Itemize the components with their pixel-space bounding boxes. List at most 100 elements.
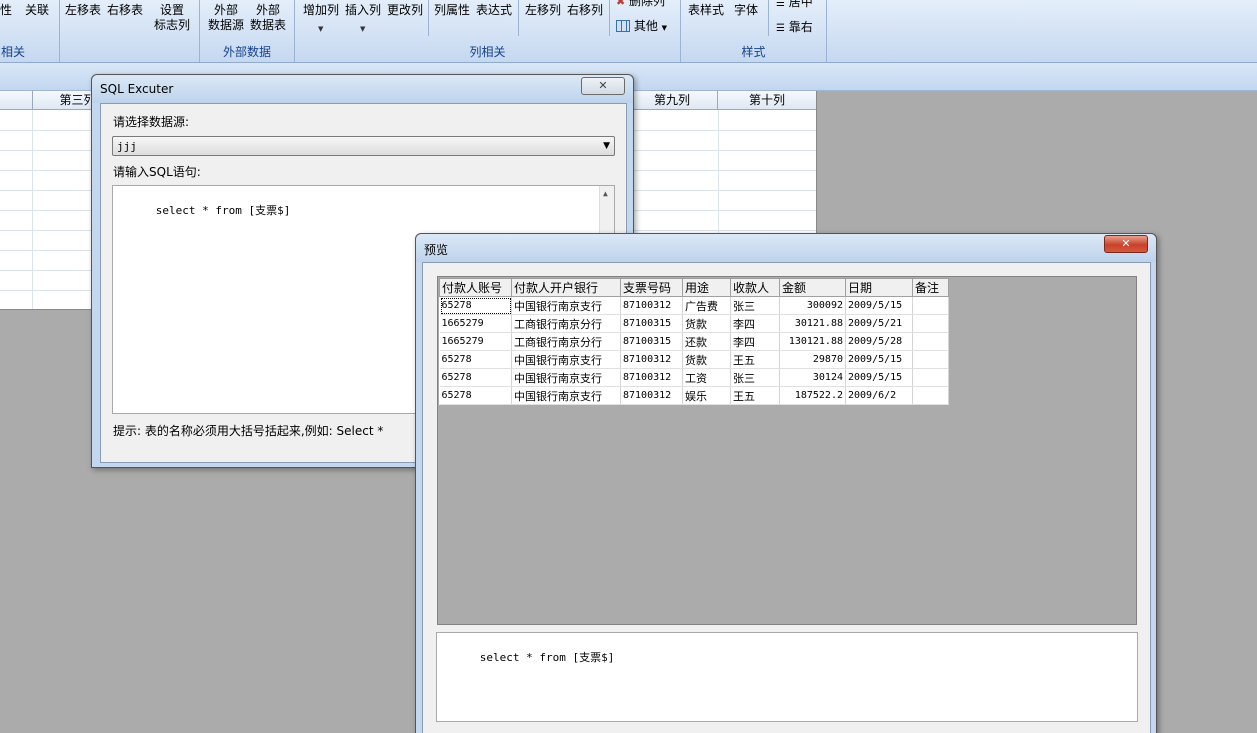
ribbon-button-relation[interactable]: 关联 [25, 3, 49, 18]
table-cell[interactable]: 李四 [730, 332, 780, 351]
preview-data-grid[interactable]: 付款人账号 付款人开户银行 支票号码 用途 收款人 金额 日期 备注 65278… [437, 276, 1137, 625]
ribbon-button-align-right[interactable]: ☰ 靠右 [776, 20, 813, 36]
table-cell[interactable]: 中国银行南京支行 [511, 386, 621, 405]
table-cell[interactable]: 65278 [439, 296, 512, 315]
table-row[interactable]: 65278 中国银行南京支行 87100312 货款 王五 29870 2009… [439, 350, 949, 369]
sql-preview-textbox[interactable]: select * from [支票$] [436, 632, 1138, 722]
table-cell[interactable] [912, 296, 949, 315]
ribbon-button-external-datatable[interactable]: 外部 数据表 [250, 3, 286, 33]
table-cell[interactable]: 1665279 [439, 314, 512, 333]
table-cell[interactable]: 300092 [779, 296, 846, 315]
table-cell[interactable]: 工资 [682, 368, 731, 387]
column-header[interactable]: 金额 [779, 278, 846, 297]
table-cell[interactable]: 2009/5/15 [845, 296, 913, 315]
table-cell[interactable]: 87100315 [620, 314, 683, 333]
sql-preview-text: select * from [支票$] [479, 651, 615, 664]
dialog-titlebar[interactable]: SQL Excuter ✕ [92, 75, 633, 103]
table-row[interactable]: 1665279 工商银行南京分行 87100315 还款 李四 130121.8… [439, 332, 949, 351]
table-cell[interactable] [912, 350, 949, 369]
table-row[interactable]: 65278 中国银行南京支行 87100312 工资 张三 30124 2009… [439, 368, 949, 387]
table-cell[interactable]: 工商银行南京分行 [511, 314, 621, 333]
table-cell[interactable]: 65278 [439, 386, 512, 405]
table-cell[interactable]: 娱乐 [682, 386, 731, 405]
table-cell[interactable]: 广告费 [682, 296, 731, 315]
ribbon-button-property[interactable]: 性 [0, 3, 12, 18]
chevron-down-icon[interactable]: ▼ [360, 25, 365, 33]
table-cell[interactable]: 87100312 [620, 368, 683, 387]
table-cell[interactable]: 中国银行南京支行 [511, 350, 621, 369]
table-cell[interactable]: 1665279 [439, 332, 512, 351]
table-cell[interactable]: 87100312 [620, 296, 683, 315]
ribbon-button-table-style[interactable]: 表样式 [688, 3, 724, 18]
table-row[interactable]: 65278 中国银行南京支行 87100312 广告费 张三 300092 20… [439, 296, 949, 315]
chevron-up-icon[interactable]: ▲ [603, 189, 608, 198]
table-cell[interactable]: 30124 [779, 368, 846, 387]
ribbon-button-expression[interactable]: 表达式 [476, 3, 512, 18]
close-icon[interactable]: ✕ [581, 77, 625, 95]
column-header[interactable]: 日期 [845, 278, 913, 297]
dialog-titlebar[interactable]: 预览 ✕ [416, 234, 1156, 262]
ribbon-button-other[interactable]: 其他 ▼ [616, 19, 667, 36]
chevron-down-icon: ▼ [661, 24, 668, 32]
table-cell[interactable]: 工商银行南京分行 [511, 332, 621, 351]
table-cell[interactable] [912, 314, 949, 333]
table-cell[interactable] [912, 332, 949, 351]
table-cell[interactable]: 2009/5/15 [845, 368, 913, 387]
table-cell[interactable]: 中国银行南京支行 [511, 296, 621, 315]
dialog-body: 付款人账号 付款人开户银行 支票号码 用途 收款人 金额 日期 备注 65278… [422, 262, 1151, 733]
table-cell[interactable]: 2009/5/28 [845, 332, 913, 351]
table-cell[interactable]: 187522.2 [779, 386, 846, 405]
ribbon-button-move-table-right[interactable]: 右移表 [107, 3, 143, 18]
table-cell[interactable]: 王五 [730, 386, 780, 405]
ribbon-button-column-properties[interactable]: 列属性 [434, 3, 470, 18]
datasource-select[interactable]: jjj ▼ [112, 136, 615, 156]
ribbon-button-add-column[interactable]: 增加列 [303, 3, 339, 18]
ribbon-button-move-table-left[interactable]: 左移表 [65, 3, 101, 18]
table-cell[interactable]: 2009/5/15 [845, 350, 913, 369]
table-cell[interactable]: 李四 [730, 314, 780, 333]
table-cell[interactable]: 2009/6/2 [845, 386, 913, 405]
table-cell[interactable]: 29870 [779, 350, 846, 369]
table-cell[interactable]: 65278 [439, 350, 512, 369]
ribbon-separator [518, 0, 519, 36]
column-header[interactable] [0, 91, 33, 110]
column-header[interactable]: 用途 [682, 278, 731, 297]
chevron-down-icon[interactable]: ▼ [318, 25, 323, 33]
table-cell[interactable]: 2009/5/21 [845, 314, 913, 333]
ribbon-button-external-datasource[interactable]: 外部 数据源 [208, 3, 244, 33]
table-cell[interactable]: 65278 [439, 368, 512, 387]
ribbon-button-set-flag-column[interactable]: 设置 标志列 [154, 3, 190, 33]
ribbon-button-move-column-left[interactable]: 左移列 [525, 3, 561, 18]
table-cell[interactable]: 30121.88 [779, 314, 846, 333]
column-header[interactable]: 收款人 [730, 278, 780, 297]
table-row[interactable]: 1665279 工商银行南京分行 87100315 货款 李四 30121.88… [439, 314, 949, 333]
table-cell[interactable]: 130121.88 [779, 332, 846, 351]
column-header[interactable]: 付款人开户银行 [511, 278, 621, 297]
ribbon-button-font[interactable]: 字体 [734, 3, 758, 18]
table-cell[interactable]: 87100312 [620, 350, 683, 369]
ribbon-button-delete-column[interactable]: ✖ 删除列 [616, 0, 665, 9]
column-header[interactable]: 支票号码 [620, 278, 683, 297]
table-cell[interactable]: 王五 [730, 350, 780, 369]
table-cell[interactable]: 货款 [682, 314, 731, 333]
table-cell[interactable] [912, 386, 949, 405]
table-cell[interactable]: 87100312 [620, 386, 683, 405]
table-cell[interactable] [912, 368, 949, 387]
column-header[interactable]: 付款人账号 [439, 278, 512, 297]
hint-text: 提示: 表的名称必须用大括号括起来,例如: Select * [113, 424, 384, 438]
column-header[interactable]: 备注 [912, 278, 949, 297]
table-cell[interactable]: 87100315 [620, 332, 683, 351]
table-cell[interactable]: 张三 [730, 296, 780, 315]
ribbon-button-align-center[interactable]: ☰ 居中 [776, 0, 813, 11]
column-header[interactable]: 第九列 [627, 91, 718, 110]
ribbon-button-insert-column[interactable]: 插入列 [345, 3, 381, 18]
table-cell[interactable]: 货款 [682, 350, 731, 369]
table-cell[interactable]: 张三 [730, 368, 780, 387]
table-cell[interactable]: 还款 [682, 332, 731, 351]
close-icon[interactable]: ✕ [1104, 235, 1148, 253]
ribbon-button-change-column[interactable]: 更改列 [387, 3, 423, 18]
table-row[interactable]: 65278 中国银行南京支行 87100312 娱乐 王五 187522.2 2… [439, 386, 949, 405]
table-cell[interactable]: 中国银行南京支行 [511, 368, 621, 387]
column-header[interactable]: 第十列 [718, 91, 816, 110]
ribbon-button-move-column-right[interactable]: 右移列 [567, 3, 603, 18]
